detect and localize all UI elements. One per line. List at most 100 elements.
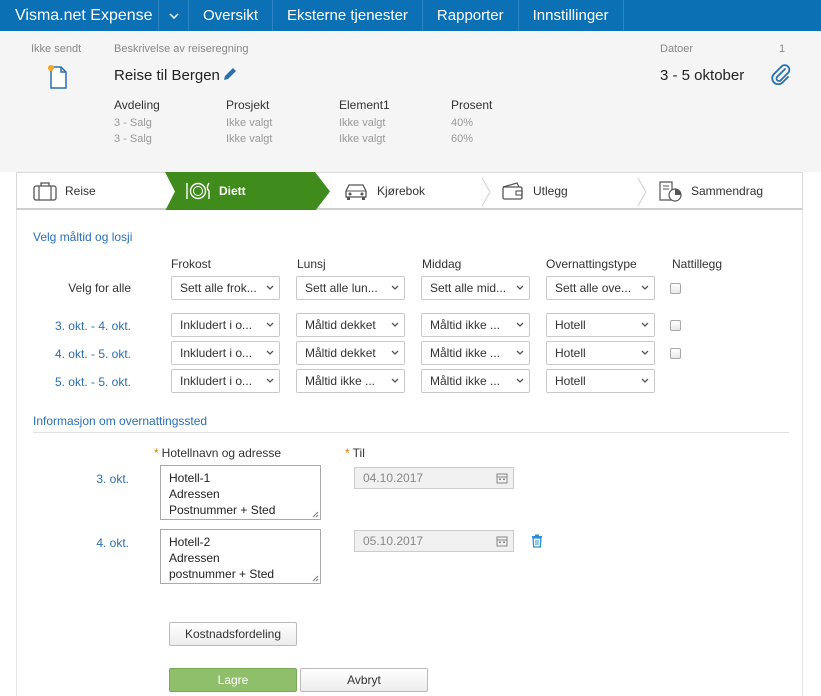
step-label: Reise	[65, 184, 96, 198]
dimension-value: 3 - Salg	[114, 117, 152, 129]
resize-grip-icon[interactable]	[311, 510, 319, 518]
select-value: Hotell	[555, 346, 586, 360]
dimension-value: 40%	[451, 117, 474, 129]
paperclip-icon[interactable]	[771, 63, 791, 85]
select-all-lunsj[interactable]: Sett alle lun...	[296, 276, 405, 300]
lodging-day-label[interactable]: 4. okt.	[0, 536, 129, 550]
frokost-select[interactable]: Inkludert i o...	[171, 369, 280, 393]
to-date-input[interactable]: 04.10.2017	[354, 467, 514, 489]
step-label: Sammendrag	[691, 184, 764, 198]
nav-item-innstillinger[interactable]: Innstillinger	[517, 0, 624, 31]
chevron-down-icon	[266, 350, 274, 355]
to-label-text: Til	[352, 446, 365, 460]
chevron-down-icon	[391, 285, 399, 290]
pencil-icon[interactable]	[221, 65, 239, 83]
step-label: Diett	[219, 184, 246, 198]
dimension-header: Prosent	[451, 98, 493, 112]
meals-section-title: Velg måltid og losji	[33, 230, 133, 244]
select-value: Hotell	[555, 318, 586, 332]
column-header-frokost: Frokost	[171, 257, 212, 271]
wallet-icon	[502, 182, 523, 200]
step-sammendrag[interactable]: Sammendrag	[657, 173, 763, 209]
dimension-value: Ikke valgt	[226, 117, 273, 129]
nav-item-oversikt[interactable]: Oversikt	[188, 0, 272, 31]
trash-icon[interactable]	[531, 534, 543, 548]
overnatting-select[interactable]: Hotell	[546, 341, 655, 365]
select-value: Måltid ikke ...	[305, 374, 376, 388]
step-utlegg[interactable]: Utlegg	[501, 173, 568, 209]
textarea-line: Adressen	[169, 487, 220, 501]
step-separator-icon	[637, 177, 647, 207]
column-header-nattillegg: Nattillegg	[672, 257, 723, 271]
select-all-overnatting[interactable]: Sett alle ove...	[546, 276, 655, 300]
hotel-address-textarea[interactable]: Hotell-1 Adressen Postnummer + Sted	[160, 465, 321, 520]
select-value: Sett alle frok...	[180, 281, 257, 295]
description-label: Beskrivelse av reiseregning	[114, 43, 249, 55]
column-header-lunsj: Lunsj	[297, 257, 326, 271]
lodging-day-label[interactable]: 3. okt.	[0, 472, 129, 486]
hotel-address-textarea[interactable]: Hotell-2 Adressen postnummer + Sted	[160, 529, 321, 584]
chevron-down-icon	[266, 322, 274, 327]
diett-panel: Velg måltid og losji Frokost Lunsj Midda…	[16, 210, 803, 696]
dates-label: Datoer	[660, 43, 694, 55]
summary-chart-icon	[659, 181, 682, 202]
lunsj-select[interactable]: Måltid ikke ...	[296, 369, 405, 393]
select-value: Måltid ikke ...	[430, 374, 501, 388]
select-value: Hotell	[555, 374, 586, 388]
chevron-down-icon[interactable]	[158, 0, 188, 31]
calendar-icon[interactable]	[496, 535, 508, 547]
required-mark: *	[345, 446, 350, 460]
chevron-down-icon	[641, 322, 649, 327]
chevron-down-icon	[516, 285, 524, 290]
hotel-field-label: * Hotellnavn og adresse	[154, 446, 281, 460]
dimension-prosent: Prosent 40% 60%	[451, 98, 492, 147]
step-kjorebok[interactable]: Kjørebok	[343, 173, 425, 209]
select-value: Inkludert i o...	[180, 346, 253, 360]
car-icon	[345, 184, 367, 200]
dimension-value: 3 - Salg	[114, 133, 152, 145]
cost-allocation-button[interactable]: Kostnadsfordeling	[169, 622, 297, 646]
nav-item-eksterne-tjenester[interactable]: Eksterne tjenester	[272, 0, 422, 31]
middag-select[interactable]: Måltid ikke ...	[421, 369, 530, 393]
middag-select[interactable]: Måltid ikke ...	[421, 341, 530, 365]
chevron-down-icon	[266, 285, 274, 290]
frokost-select[interactable]: Inkludert i o...	[171, 341, 280, 365]
dimension-element1: Element1 Ikke valgt Ikke valgt	[339, 98, 390, 147]
day-row-label[interactable]: 4. okt. - 5. okt.	[1, 347, 131, 361]
lunsj-select[interactable]: Måltid dekket	[296, 341, 405, 365]
step-diett[interactable]: Diett	[185, 173, 246, 209]
day-row-label[interactable]: 5. okt. - 5. okt.	[1, 375, 131, 389]
overnatting-select[interactable]: Hotell	[546, 313, 655, 337]
save-button[interactable]: Lagre	[169, 668, 297, 692]
select-all-middag[interactable]: Sett alle mid...	[421, 276, 530, 300]
resize-grip-icon[interactable]	[311, 574, 319, 582]
overnatting-select[interactable]: Hotell	[546, 369, 655, 393]
date-value: 04.10.2017	[363, 471, 424, 485]
dimension-value: Ikke valgt	[339, 117, 386, 129]
textarea-line: Hotell-1	[169, 471, 211, 485]
nattillegg-all-checkbox[interactable]	[670, 283, 681, 294]
nattillegg-checkbox[interactable]	[670, 320, 681, 331]
chevron-down-icon	[516, 322, 524, 327]
chevron-down-icon	[391, 350, 399, 355]
select-value: Måltid dekket	[305, 318, 376, 332]
select-value: Inkludert i o...	[180, 318, 253, 332]
day-row-label[interactable]: 3. okt. - 4. okt.	[1, 319, 131, 333]
brand-name[interactable]: Visma.net Expense	[0, 0, 158, 31]
chevron-down-icon	[641, 350, 649, 355]
select-all-frokost[interactable]: Sett alle frok...	[171, 276, 280, 300]
dimension-prosjekt: Prosjekt Ikke valgt Ikke valgt	[226, 98, 272, 147]
required-mark: *	[154, 446, 159, 460]
nattillegg-checkbox[interactable]	[670, 348, 681, 359]
dimension-header: Element1	[339, 98, 390, 112]
select-value: Måltid ikke ...	[430, 346, 501, 360]
frokost-select[interactable]: Inkludert i o...	[171, 313, 280, 337]
step-reise[interactable]: Reise	[33, 173, 96, 209]
dimension-value: Ikke valgt	[339, 133, 386, 145]
middag-select[interactable]: Måltid ikke ...	[421, 313, 530, 337]
calendar-icon[interactable]	[496, 472, 508, 484]
nav-item-rapporter[interactable]: Rapporter	[421, 0, 518, 31]
cancel-button[interactable]: Avbryt	[300, 668, 428, 692]
to-date-input[interactable]: 05.10.2017	[354, 530, 514, 552]
lunsj-select[interactable]: Måltid dekket	[296, 313, 405, 337]
